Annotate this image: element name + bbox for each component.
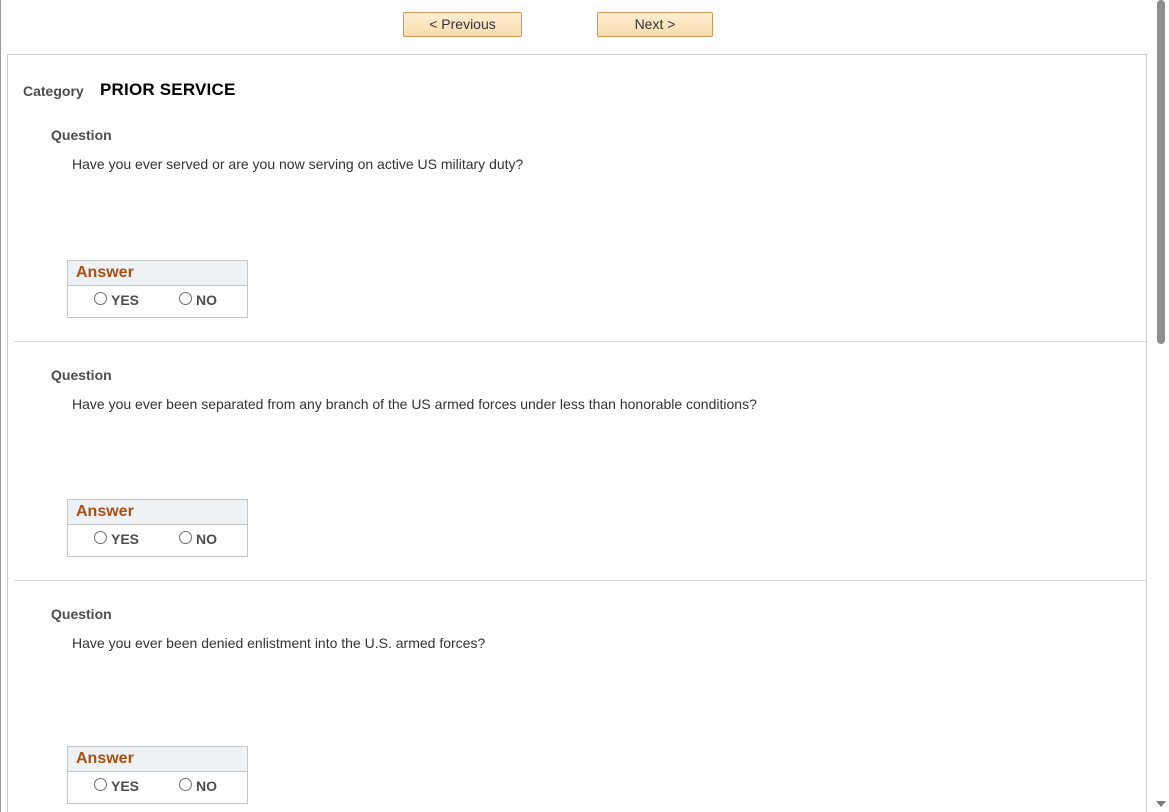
radio-button-icon[interactable] xyxy=(94,778,107,791)
question-label: Question xyxy=(51,127,112,143)
answer-1-no-option[interactable]: NO xyxy=(179,292,217,308)
answer-1-yes-option[interactable]: YES xyxy=(94,292,139,308)
question-text: Have you ever been denied enlistment int… xyxy=(72,635,486,651)
window-left-edge xyxy=(0,0,1,812)
radio-button-icon[interactable] xyxy=(94,531,107,544)
next-button[interactable]: Next > xyxy=(597,12,713,37)
question-divider xyxy=(14,580,1146,581)
questionnaire-page: < Previous Next > Category PRIOR SERVICE… xyxy=(0,0,1169,812)
question-label: Question xyxy=(51,367,112,383)
answer-header: Answer xyxy=(68,261,247,286)
question-divider xyxy=(14,341,1146,342)
questions-panel: Category PRIOR SERVICE Question Have you… xyxy=(7,54,1147,812)
option-label: NO xyxy=(196,778,217,794)
question-block-3: Question Have you ever been denied enlis… xyxy=(8,606,1146,812)
answer-3-no-option[interactable]: NO xyxy=(179,778,217,794)
answer-2-no-option[interactable]: NO xyxy=(179,531,217,547)
radio-button-icon[interactable] xyxy=(179,778,192,791)
category-value: PRIOR SERVICE xyxy=(100,80,236,99)
option-label: YES xyxy=(111,292,140,308)
radio-button-icon[interactable] xyxy=(94,292,107,305)
option-label: NO xyxy=(196,292,217,308)
question-text: Have you ever been separated from any br… xyxy=(72,396,757,412)
answer-group-1: Answer YES NO xyxy=(67,260,248,318)
answer-options: YES NO xyxy=(68,525,247,556)
answer-options: YES NO xyxy=(68,286,247,317)
scroll-down-arrow-icon[interactable] xyxy=(1156,801,1166,807)
question-label: Question xyxy=(51,606,112,622)
answer-3-yes-option[interactable]: YES xyxy=(94,778,139,794)
scrollbar-thumb[interactable] xyxy=(1157,0,1165,344)
option-label: NO xyxy=(196,531,217,547)
answer-2-yes-option[interactable]: YES xyxy=(94,531,139,547)
category-label: Category xyxy=(23,83,84,99)
previous-button[interactable]: < Previous xyxy=(403,12,522,37)
answer-options: YES NO xyxy=(68,772,247,803)
question-block-1: Question Have you ever served or are you… xyxy=(8,127,1146,367)
question-text: Have you ever served or are you now serv… xyxy=(72,156,524,172)
answer-group-3: Answer YES NO xyxy=(67,746,248,804)
radio-button-icon[interactable] xyxy=(179,292,192,305)
radio-button-icon[interactable] xyxy=(179,531,192,544)
answer-header: Answer xyxy=(68,747,247,772)
question-block-2: Question Have you ever been separated fr… xyxy=(8,367,1146,607)
option-label: YES xyxy=(111,531,140,547)
answer-group-2: Answer YES NO xyxy=(67,499,248,557)
answer-header: Answer xyxy=(68,500,247,525)
option-label: YES xyxy=(111,778,140,794)
